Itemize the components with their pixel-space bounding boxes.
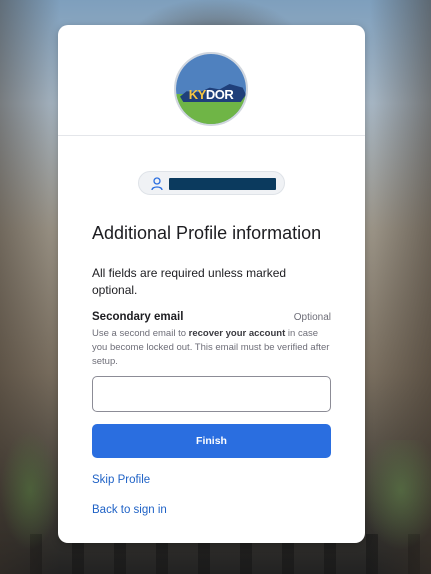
logo-text-dor: DOR [205, 87, 234, 102]
user-identifier-pill [138, 171, 285, 195]
back-to-sign-in-link[interactable]: Back to sign in [92, 504, 167, 516]
finish-button[interactable]: Finish [92, 424, 331, 458]
help-text-start: Use a second email to [92, 328, 189, 339]
page-title: Additional Profile information [92, 223, 322, 243]
secondary-email-help: Use a second email to recover your accou… [92, 327, 332, 369]
kydor-logo: KYDOR [174, 52, 248, 126]
help-text-bold: recover your account [188, 328, 286, 339]
secondary-email-label: Secondary email [92, 311, 184, 323]
header-divider [58, 135, 365, 136]
skip-profile-link[interactable]: Skip Profile [92, 474, 150, 486]
background-foliage-left [0, 430, 60, 550]
optional-badge: Optional [293, 312, 331, 323]
secondary-email-input[interactable] [92, 376, 331, 412]
logo-text: KYDOR [176, 87, 246, 102]
redacted-username [169, 178, 276, 190]
form-instructions: All fields are required unless marked op… [92, 266, 287, 297]
background-foliage-right [361, 440, 431, 550]
profile-card: KYDOR Additional Profile information All… [58, 25, 365, 543]
logo-text-ky: KY [188, 87, 207, 102]
user-icon [151, 177, 163, 191]
